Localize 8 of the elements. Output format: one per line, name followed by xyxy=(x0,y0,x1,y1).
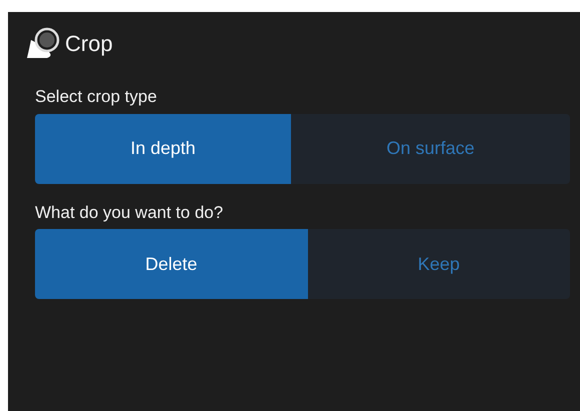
segment-button[interactable]: Keep xyxy=(308,229,570,299)
segment-button[interactable]: Delete xyxy=(35,229,308,299)
group-label: Select crop type xyxy=(35,86,158,108)
segment-button[interactable]: In depth xyxy=(35,114,292,184)
camera-icon xyxy=(25,26,61,60)
segment-button[interactable]: On surface xyxy=(291,114,570,184)
group-label: What do you want to do? xyxy=(35,202,224,224)
panel-title: Crop xyxy=(65,30,113,58)
